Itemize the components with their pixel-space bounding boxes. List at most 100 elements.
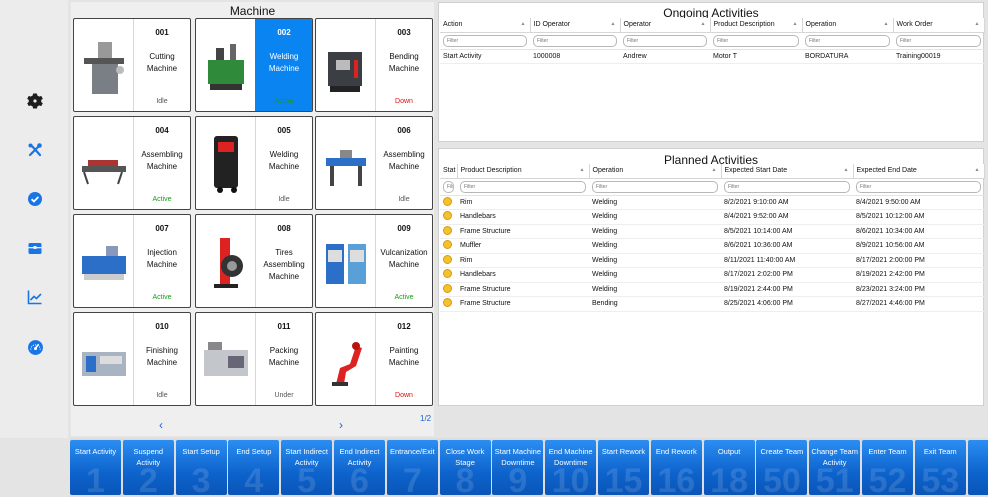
table-row[interactable]: Frame Structure Welding 8/19/2021 2:44:00 … bbox=[440, 282, 984, 297]
machine-card-006[interactable]: 006 Assembling Machine Idle bbox=[315, 116, 433, 210]
machine-image bbox=[78, 225, 130, 297]
machine-card-003[interactable]: 003 Bending Machine Down bbox=[315, 18, 433, 112]
filter-input-id-operator[interactable] bbox=[533, 34, 617, 47]
machine-info: 010 Finishing Machine Idle bbox=[133, 313, 190, 405]
machine-image bbox=[78, 29, 130, 101]
dashboard-gauge-icon[interactable] bbox=[24, 336, 46, 358]
machine-card-005[interactable]: 005 Welding Machine Idle bbox=[195, 116, 313, 210]
table-cell: 8/17/2021 2:02:00 PM bbox=[721, 267, 853, 283]
enter-team-button[interactable]: 52 Enter Team bbox=[862, 440, 913, 495]
sort-arrow-icon: ▲ bbox=[700, 21, 706, 27]
machine-card-011[interactable]: 011 Packing Machine Under bbox=[195, 312, 313, 406]
table-row[interactable]: Muffler Welding 8/6/2021 10:36:00 AM 8/9/20… bbox=[440, 238, 984, 254]
machine-status: Active bbox=[394, 294, 414, 301]
machine-card-004[interactable]: 004 Assembling Machine Active bbox=[73, 116, 191, 210]
column-header-expected-end-date[interactable]: Expected End Date ▲ bbox=[853, 164, 985, 179]
entrance-exit-button[interactable]: 7 Entrance/Exit bbox=[386, 440, 438, 495]
column-header-operation[interactable]: Operation ▲ bbox=[589, 164, 722, 179]
filter-input-operator[interactable] bbox=[623, 34, 707, 47]
machine-card-012[interactable]: 012 Painting Machine Down bbox=[315, 312, 433, 406]
r-button[interactable]: R bbox=[967, 440, 988, 495]
column-header-label: Expected End Date bbox=[856, 167, 917, 175]
filter-input-operation[interactable] bbox=[592, 180, 718, 193]
column-header-operator[interactable]: Operator ▲ bbox=[620, 18, 711, 33]
check-circle-icon[interactable] bbox=[24, 188, 46, 210]
column-header-label: Product Description bbox=[460, 167, 522, 175]
start-activity-button[interactable]: 1 Start Activity bbox=[70, 440, 121, 495]
machine-code: 004 bbox=[155, 126, 169, 135]
machine-card-007[interactable]: 007 Injection Machine Active bbox=[73, 214, 191, 308]
gear-icon[interactable] bbox=[24, 90, 46, 112]
filter-input-expected-end-date[interactable] bbox=[856, 180, 981, 193]
create-team-button[interactable]: 50 Create Team bbox=[756, 440, 808, 495]
table-cell: Training00019 bbox=[893, 49, 984, 64]
table-row[interactable]: Handlebars Welding 8/17/2021 2:02:00 PM 8/1… bbox=[440, 267, 984, 283]
prev-page-button[interactable]: ‹ bbox=[159, 418, 163, 432]
button-shortcut-number: 7 bbox=[402, 462, 422, 495]
table-row[interactable]: Handlebars Welding 8/4/2021 9:52:00 AM 8/5/… bbox=[440, 209, 984, 225]
end-setup-button[interactable]: 4 End Setup bbox=[228, 440, 280, 495]
column-header-operation[interactable]: Operation ▲ bbox=[802, 18, 894, 33]
machine-status: Idle bbox=[156, 98, 168, 105]
end-indirect-activity-button[interactable]: 6 End Indirect Activity bbox=[334, 440, 385, 495]
machine-card-002[interactable]: 002 Welding Machine Active bbox=[195, 18, 313, 112]
table-row[interactable]: Rim Welding 8/2/2021 9:10:00 AM 8/4/2021 9:… bbox=[440, 195, 984, 210]
tools-icon[interactable] bbox=[24, 139, 46, 161]
filter-input-action[interactable] bbox=[443, 34, 527, 47]
table-cell: Bending bbox=[589, 296, 721, 312]
table-cell: Rim bbox=[457, 195, 589, 210]
column-header-label: Action bbox=[443, 21, 463, 29]
column-header-stat[interactable]: Stat bbox=[440, 164, 458, 179]
filter-input-product-description[interactable] bbox=[460, 180, 586, 193]
table-row[interactable]: Start Activity 1000008 Andrew Motor T BORDAT… bbox=[440, 49, 984, 64]
machine-card-009[interactable]: 009 Vulcanization Machine Active bbox=[315, 214, 433, 308]
suspend-activity-button[interactable]: 2 Suspend Activity bbox=[122, 440, 174, 495]
sort-arrow-icon: ▲ bbox=[610, 21, 616, 27]
start-indirect-activity-button[interactable]: 5 Start Indirect Activity bbox=[281, 440, 333, 495]
end-rework-button[interactable]: 16 End Rework bbox=[650, 440, 702, 495]
table-cell: Motor T bbox=[710, 49, 802, 64]
column-header-action[interactable]: Action ▲ bbox=[440, 18, 531, 33]
button-label: Exit Team bbox=[923, 447, 957, 456]
machine-status: Down bbox=[395, 98, 413, 105]
exit-team-button[interactable]: 53 Exit Team bbox=[914, 440, 966, 495]
filter-input-product-description[interactable] bbox=[713, 34, 799, 47]
status-dot-icon bbox=[443, 254, 452, 264]
chart-icon[interactable] bbox=[24, 286, 46, 308]
button-label: Output bbox=[717, 447, 741, 456]
status-cell bbox=[440, 195, 457, 210]
table-row[interactable]: Frame Structure Bending 8/25/2021 4:06:00 … bbox=[440, 296, 984, 312]
filter-input-stat[interactable] bbox=[443, 180, 454, 193]
table-cell: 8/17/2021 2:00:00 PM bbox=[853, 253, 984, 268]
table-cell: Welding bbox=[589, 238, 721, 254]
column-header-product-description[interactable]: Product Description ▲ bbox=[457, 164, 590, 179]
end-machine-downtime-button[interactable]: 10 End Machine Downtime bbox=[545, 440, 597, 495]
machine-card-008[interactable]: 008 Tires Assembling Machine bbox=[195, 214, 313, 308]
machine-card-001[interactable]: 001 Cutting Machine Idle bbox=[73, 18, 191, 112]
output-button[interactable]: 18 Output bbox=[703, 440, 755, 495]
column-header-expected-start-date[interactable]: Expected Start Date ▲ bbox=[721, 164, 854, 179]
table-row[interactable]: Frame Structure Welding 8/5/2021 10:14:00 … bbox=[440, 224, 984, 239]
next-page-button[interactable]: › bbox=[339, 418, 343, 432]
action-toolbar: 1 Start Activity 2 Suspend Activity 3 Start S… bbox=[70, 438, 988, 497]
filter-cell bbox=[440, 178, 457, 196]
start-setup-button[interactable]: 3 Start Setup bbox=[175, 440, 227, 495]
table-cell: 8/5/2021 10:14:00 AM bbox=[721, 224, 853, 239]
box-icon[interactable] bbox=[24, 237, 46, 259]
machine-code: 008 bbox=[277, 224, 291, 233]
machine-card-010[interactable]: 010 Finishing Machine Idle bbox=[73, 312, 191, 406]
filter-input-expected-start-date[interactable] bbox=[724, 180, 850, 193]
table-row[interactable]: Rim Welding 8/11/2021 11:40:00 AM 8/17/2021… bbox=[440, 253, 984, 268]
filter-input-operation[interactable] bbox=[805, 34, 890, 47]
table-cell: Welding bbox=[589, 195, 721, 210]
column-header-work-order[interactable]: Work Order ▲ bbox=[893, 18, 985, 33]
start-rework-button[interactable]: 15 Start Rework bbox=[598, 440, 649, 495]
column-header-product-description[interactable]: Product Description ▲ bbox=[710, 18, 803, 33]
column-header-id-operator[interactable]: ID Operator ▲ bbox=[530, 18, 621, 33]
machine-name: Injection Machine bbox=[146, 248, 178, 269]
close-work-stage-button[interactable]: 8 Close Work Stage bbox=[439, 440, 491, 495]
filter-input-work-order[interactable] bbox=[896, 34, 981, 47]
table-cell: 8/19/2021 2:42:00 PM bbox=[853, 267, 984, 283]
change-team-activity-button[interactable]: 51 Change Team Activity bbox=[809, 440, 861, 495]
start-machine-downtime-button[interactable]: 9 Start Machine Downtime bbox=[492, 440, 544, 495]
